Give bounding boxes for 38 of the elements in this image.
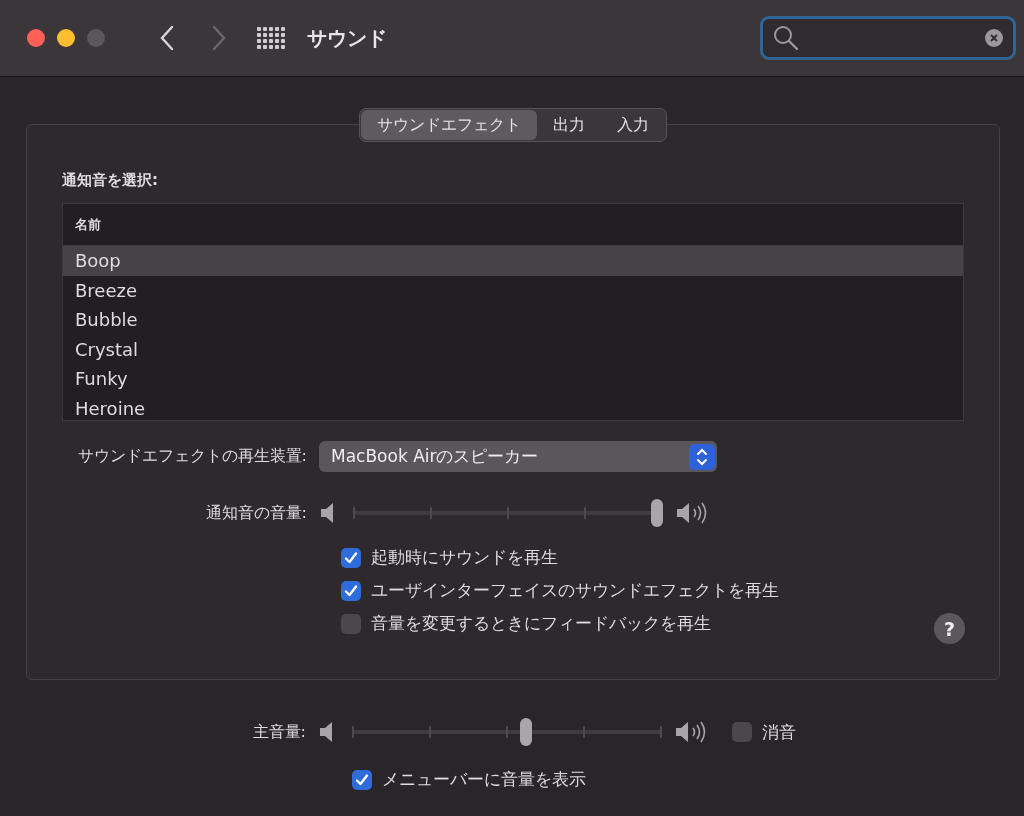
volume-slider[interactable] [352,717,662,747]
search-icon [773,25,799,51]
tab[interactable]: 出力 [537,110,601,140]
tab[interactable]: 入力 [601,110,665,140]
slider-thumb[interactable] [651,499,663,527]
field-label: 通知音の音量: [204,502,308,524]
field-label: サウンドエフェクトの再生装置: [76,446,308,467]
checkbox[interactable] [352,769,372,790]
minimize-button[interactable] [57,29,75,47]
checkbox-label: 起動時にサウンドを再生 [371,546,558,569]
checkbox[interactable] [341,547,361,568]
list-row[interactable]: Funky [63,364,963,394]
help-button[interactable]: ? [934,613,965,644]
list-row[interactable]: Breeze [63,275,963,305]
list-row[interactable]: Crystal [63,334,963,364]
search-field[interactable] [760,16,1016,60]
clear-icon[interactable] [985,29,1003,47]
close-button[interactable] [27,29,45,47]
list-row[interactable]: Heroine [63,393,963,420]
tab[interactable]: サウンドエフェクト [361,110,537,140]
volume-slider[interactable] [353,498,663,528]
window-title: サウンド [307,24,387,52]
checkbox-label: 消音 [762,720,796,744]
checkbox[interactable] [732,722,752,742]
list-heading: 通知音を選択: [62,171,159,190]
list-row[interactable]: Bubble [63,305,963,335]
back-icon[interactable] [159,25,175,51]
field-label: 主音量: [251,721,307,743]
checkbox-label: 音量を変更するときにフィードバックを再生 [371,612,711,635]
slider-thumb[interactable] [519,718,532,746]
grid-icon[interactable] [257,27,285,49]
device-popup[interactable]: MacBook Airのスピーカー [319,441,717,472]
list-row[interactable]: Boop [63,246,963,276]
checkbox-label: メニューバーに音量を表示 [382,768,586,791]
stepper-icon [689,443,715,470]
checkbox[interactable] [341,580,361,601]
checkbox-label: ユーザインターフェイスのサウンドエフェクトを再生 [371,579,779,602]
checkbox[interactable] [341,613,361,634]
